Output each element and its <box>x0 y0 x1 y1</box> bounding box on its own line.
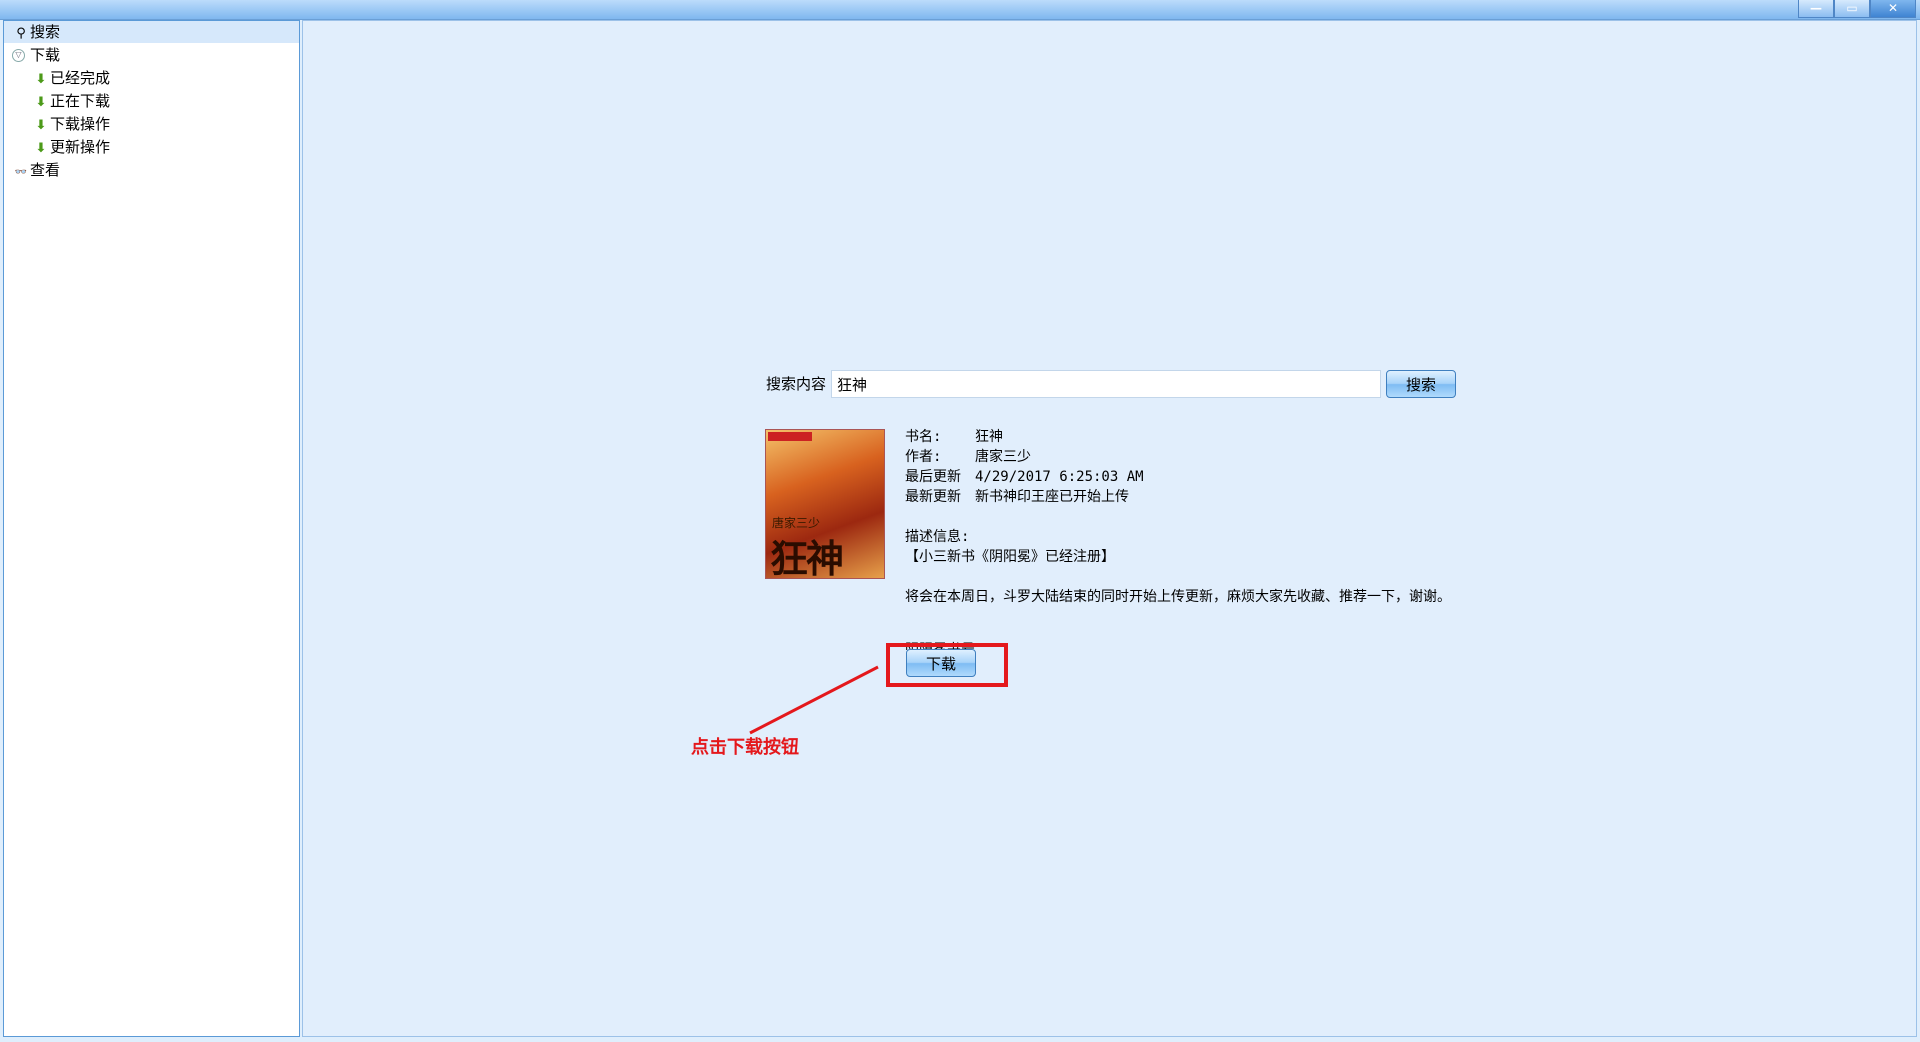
minimize-button[interactable]: — <box>1798 0 1834 18</box>
sidebar-item-label: 下载操作 <box>50 115 111 133</box>
window-controls: — ▭ ✕ <box>1798 0 1916 18</box>
sidebar-item-label: 已经完成 <box>50 69 111 87</box>
restore-button[interactable]: ▭ <box>1834 0 1870 18</box>
title-bar: — ▭ ✕ <box>0 0 1920 20</box>
collapse-icon[interactable]: ▽ <box>12 49 25 62</box>
sidebar-item-search[interactable]: ⚲ 搜索 <box>4 21 299 43</box>
sidebar-item-download[interactable]: ▽ 下载 <box>12 44 60 66</box>
callout-label: 点击下载按钮 <box>691 737 799 758</box>
sidebar-item-label: 搜索 <box>30 23 61 41</box>
callout-arrow-line <box>749 665 879 735</box>
down-arrow-icon: ⬇ <box>35 141 47 156</box>
sidebar-item-label: 正在下载 <box>50 92 111 110</box>
sidebar-item-downloading[interactable]: ⬇ 正在下载 <box>34 90 110 112</box>
down-arrow-icon: ⬇ <box>35 72 47 87</box>
down-arrow-icon: ⬇ <box>35 118 47 133</box>
sidebar-item-view[interactable]: 👓 查看 <box>14 159 60 181</box>
sidebar-item-label: 下载 <box>30 46 61 64</box>
sidebar-item-label: 更新操作 <box>50 138 111 156</box>
sidebar-tree: ⚲ 搜索 ▽ 下载 ⬇ 已经完成 ⬇ 正在下载 ⬇ 下载操作 ⬇ 更新操作 👓 查看 <box>3 20 300 1037</box>
down-arrow-icon: ⬇ <box>35 95 47 110</box>
view-icon: 👓 <box>14 167 28 178</box>
sidebar-item-completed[interactable]: ⬇ 已经完成 <box>34 67 110 89</box>
sidebar-item-update-ops[interactable]: ⬇ 更新操作 <box>34 136 110 158</box>
sidebar-item-label: 查看 <box>30 161 61 179</box>
close-button[interactable]: ✕ <box>1870 0 1916 18</box>
sidebar-item-download-ops[interactable]: ⬇ 下载操作 <box>34 113 110 135</box>
main-panel: 搜索内容 搜索 唐家三少 狂神 书名:狂神 作者:唐家三少 最后更新4/29/2… <box>302 20 1917 1037</box>
search-icon: ⚲ <box>16 26 26 41</box>
